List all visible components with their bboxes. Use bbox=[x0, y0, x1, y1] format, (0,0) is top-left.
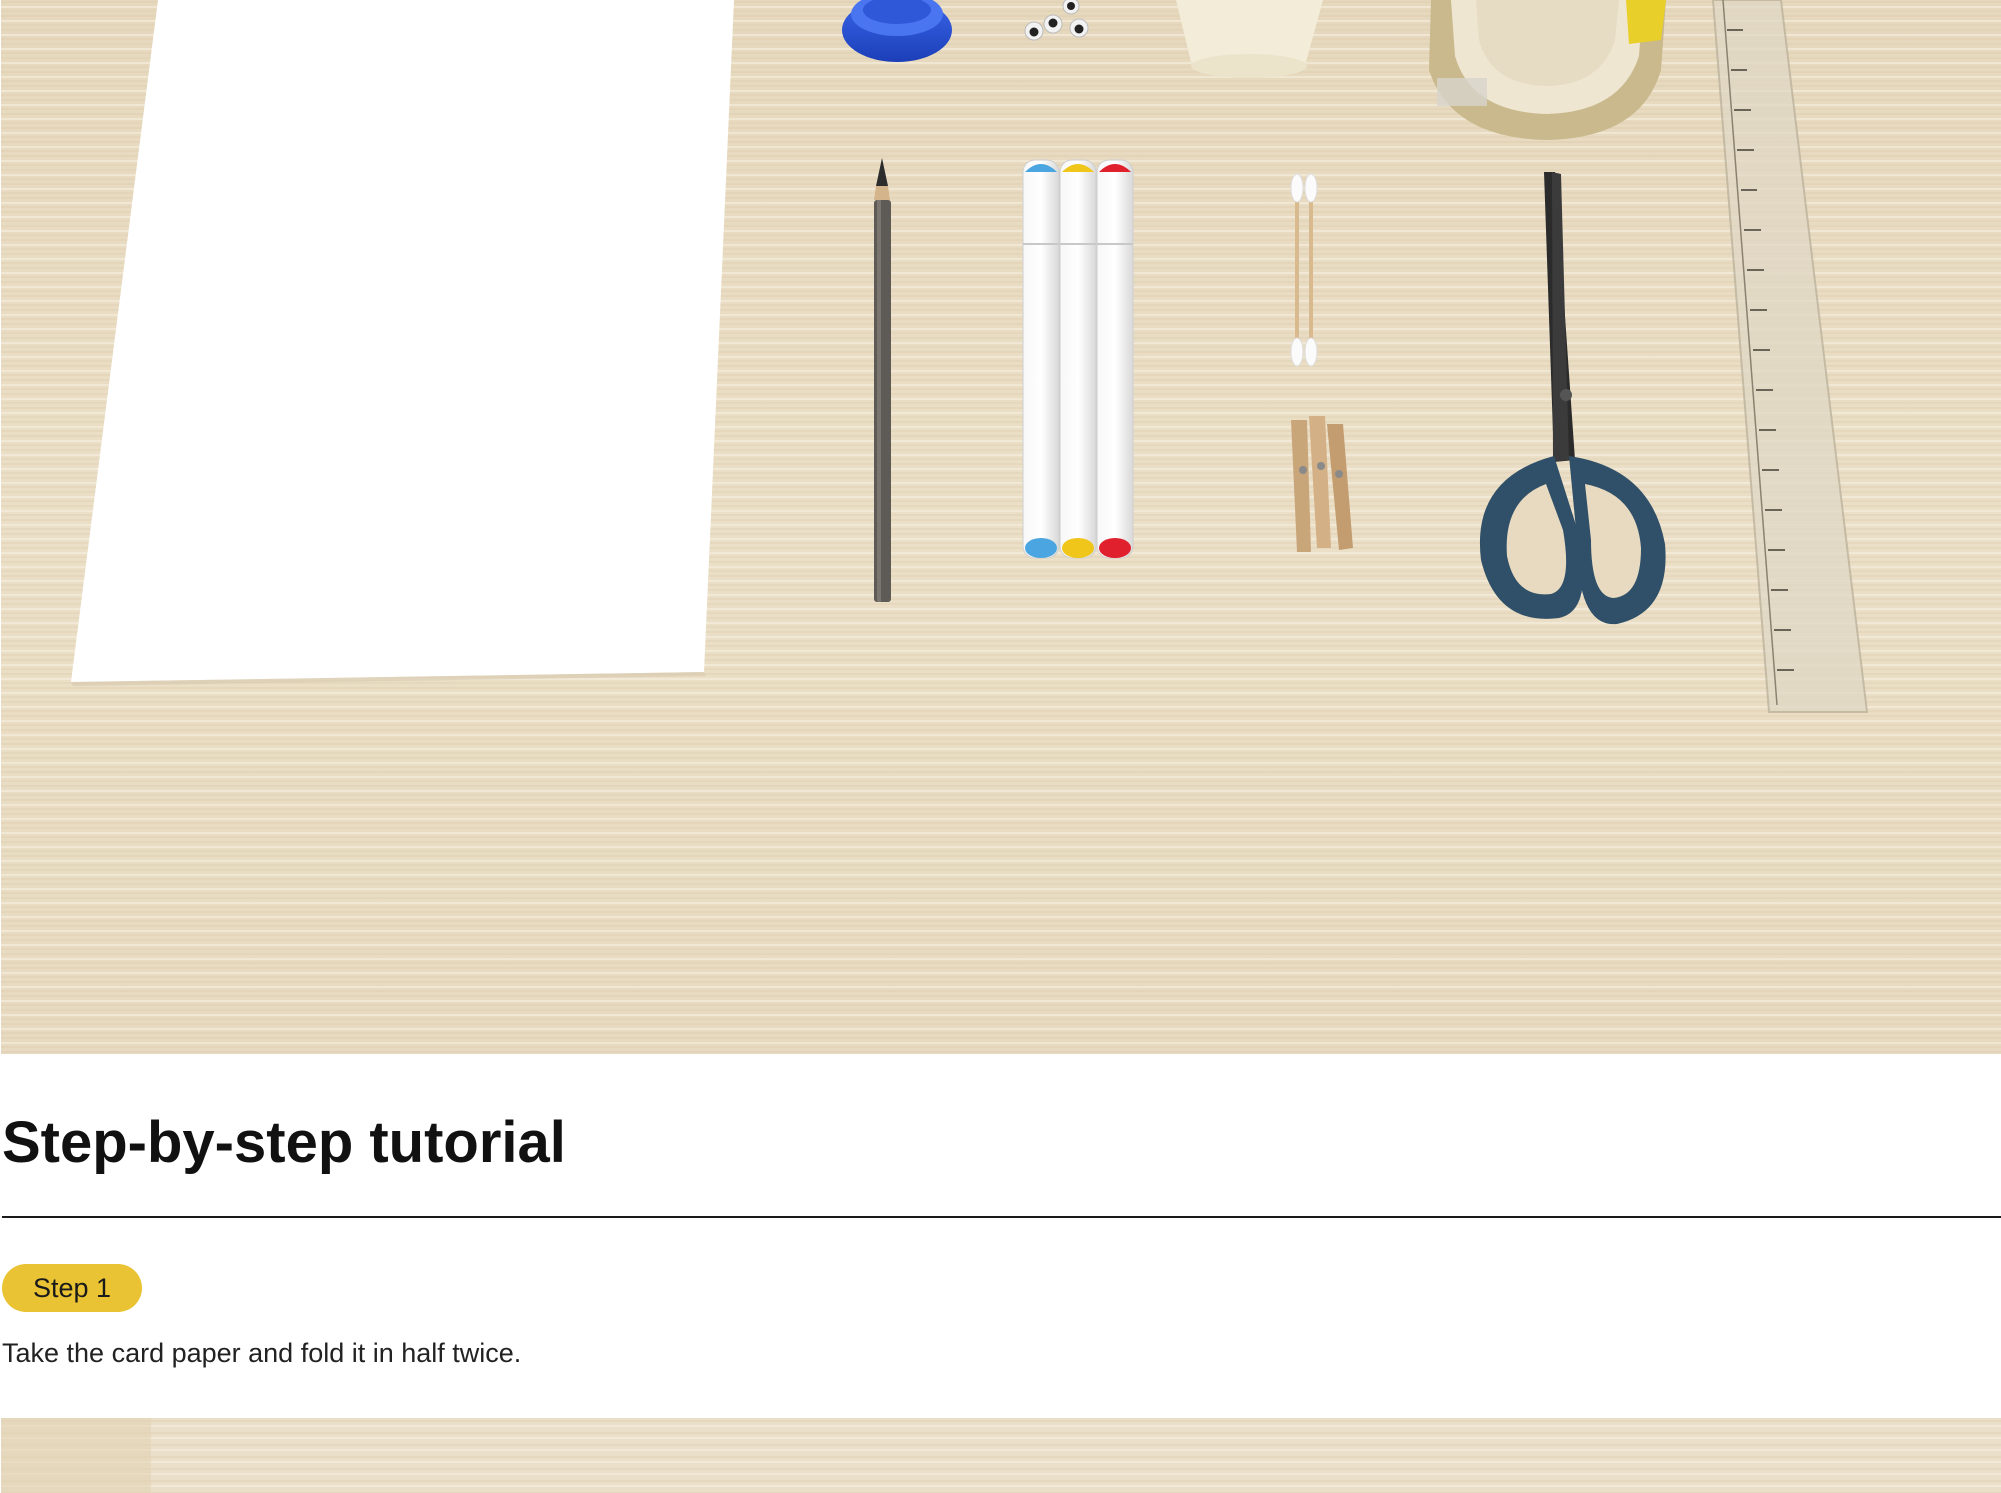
pencil-icon bbox=[874, 158, 891, 602]
page-title: Step-by-step tutorial bbox=[2, 1110, 566, 1175]
tutorial-page: Step-by-step tutorial Step 1 Take the ca… bbox=[0, 0, 2001, 1493]
step-badge: Step 1 bbox=[2, 1264, 142, 1312]
markers-icon bbox=[1022, 159, 1134, 559]
marker-blue bbox=[1022, 159, 1060, 559]
paper-cup-icon bbox=[1176, 0, 1323, 78]
card-paper bbox=[71, 0, 734, 682]
materials-photo bbox=[1, 0, 2001, 1054]
step-instruction: Take the card paper and fold it in half … bbox=[2, 1338, 522, 1368]
marker-red bbox=[1096, 159, 1134, 559]
marker-yellow bbox=[1059, 159, 1097, 559]
title-divider bbox=[2, 1216, 2001, 1218]
step-photo bbox=[1, 1418, 2001, 1493]
bottle-cap-icon bbox=[842, 0, 952, 62]
clothespins-icon bbox=[1291, 416, 1353, 552]
